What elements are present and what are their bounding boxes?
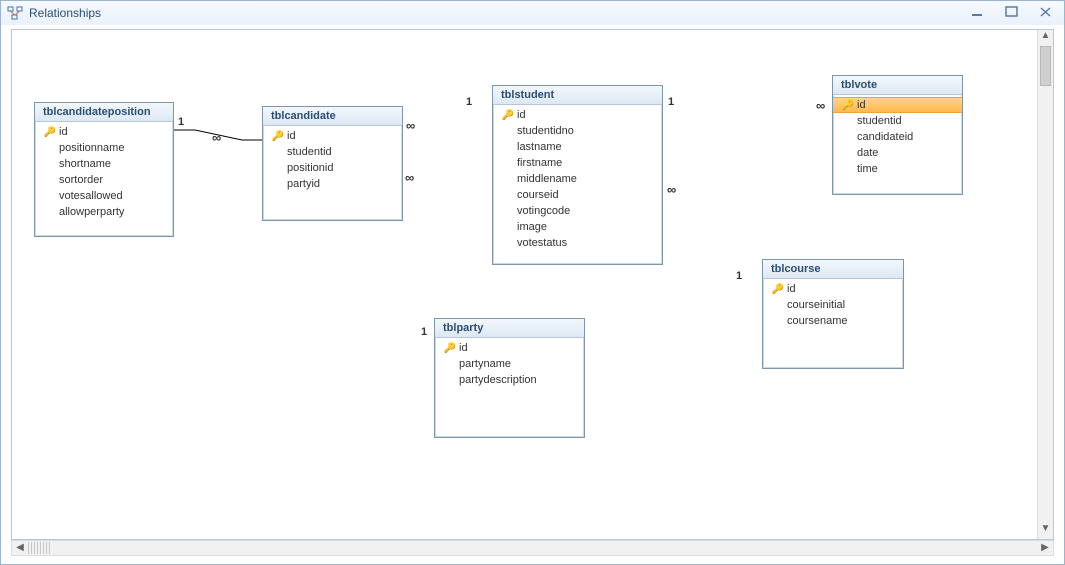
cardinality-many: ∞ bbox=[212, 130, 221, 145]
cardinality-one: 1 bbox=[466, 96, 472, 108]
table-row[interactable]: 🔑studentid bbox=[833, 113, 962, 129]
table-row[interactable]: 🔑id bbox=[263, 128, 402, 144]
scroll-up-icon[interactable]: ▲ bbox=[1038, 30, 1053, 46]
table-title: tblcandidate bbox=[263, 107, 402, 126]
table-title: tblstudent bbox=[493, 86, 662, 105]
table-row[interactable]: 🔑id bbox=[833, 97, 962, 113]
scroll-hatch bbox=[28, 542, 50, 554]
table-row[interactable]: 🔑coursename bbox=[763, 313, 903, 329]
key-icon: 🔑 bbox=[269, 131, 287, 142]
key-icon: 🔑 bbox=[499, 110, 517, 121]
table-row[interactable]: 🔑candidateid bbox=[833, 129, 962, 145]
horizontal-scrollbar[interactable]: ◀ ▶ bbox=[11, 540, 1054, 556]
relationships-icon bbox=[7, 5, 23, 21]
table-row[interactable]: 🔑votingcode bbox=[493, 203, 662, 219]
table-tblcandidateposition[interactable]: tblcandidateposition 🔑id 🔑positionname 🔑… bbox=[34, 102, 174, 237]
cardinality-one: 1 bbox=[421, 326, 427, 338]
table-title: tblparty bbox=[435, 319, 584, 338]
table-row[interactable]: 🔑id bbox=[35, 124, 173, 140]
key-icon: 🔑 bbox=[41, 127, 59, 138]
table-row[interactable]: 🔑shortname bbox=[35, 156, 173, 172]
table-title: tblvote bbox=[833, 76, 962, 95]
titlebar[interactable]: Relationships bbox=[1, 1, 1064, 25]
table-tblstudent[interactable]: tblstudent 🔑id 🔑studentidno 🔑lastname 🔑f… bbox=[492, 85, 663, 265]
table-row[interactable]: 🔑sortorder bbox=[35, 172, 173, 188]
table-row[interactable]: 🔑positionname bbox=[35, 140, 173, 156]
table-tblcandidate[interactable]: tblcandidate 🔑id 🔑studentid 🔑positionid … bbox=[262, 106, 403, 221]
cardinality-many: ∞ bbox=[816, 98, 825, 113]
scroll-left-icon[interactable]: ◀ bbox=[12, 541, 28, 555]
minimize-button[interactable] bbox=[966, 4, 990, 20]
table-row[interactable]: 🔑studentid bbox=[263, 144, 402, 160]
table-row[interactable]: 🔑votestatus bbox=[493, 235, 662, 251]
relationships-window: Relationships 1 ∞ 1 bbox=[0, 0, 1065, 565]
table-row[interactable]: 🔑votesallowed bbox=[35, 188, 173, 204]
cardinality-many: ∞ bbox=[406, 118, 415, 133]
close-button[interactable] bbox=[1034, 4, 1058, 20]
table-row[interactable]: 🔑partyid bbox=[263, 176, 402, 192]
scroll-down-icon[interactable]: ▼ bbox=[1038, 523, 1053, 539]
table-tblcourse[interactable]: tblcourse 🔑id 🔑courseinitial 🔑coursename bbox=[762, 259, 904, 369]
table-row[interactable]: 🔑image bbox=[493, 219, 662, 235]
table-row[interactable]: 🔑positionid bbox=[263, 160, 402, 176]
table-row[interactable]: 🔑id bbox=[493, 107, 662, 123]
table-row[interactable]: 🔑middlename bbox=[493, 171, 662, 187]
cardinality-many: ∞ bbox=[405, 170, 414, 185]
table-row[interactable]: 🔑allowperparty bbox=[35, 204, 173, 220]
cardinality-one: 1 bbox=[736, 270, 742, 282]
table-title: tblcourse bbox=[763, 260, 903, 279]
table-title: tblcandidateposition bbox=[35, 103, 173, 122]
table-row[interactable]: 🔑partydescription bbox=[435, 372, 584, 388]
diagram-canvas[interactable]: 1 ∞ 1 ∞ 1 ∞ 1 ∞ 1 ∞ tblcandidateposition… bbox=[11, 29, 1054, 540]
table-row[interactable]: 🔑partyname bbox=[435, 356, 584, 372]
window-controls bbox=[966, 4, 1058, 20]
table-row[interactable]: 🔑courseid bbox=[493, 187, 662, 203]
key-icon: 🔑 bbox=[839, 100, 857, 111]
scroll-thumb[interactable] bbox=[1040, 46, 1051, 86]
cardinality-many: ∞ bbox=[667, 182, 676, 197]
window-title: Relationships bbox=[29, 6, 101, 20]
cardinality-one: 1 bbox=[178, 116, 184, 128]
table-tblvote[interactable]: tblvote 🔑id 🔑studentid 🔑candidateid 🔑dat… bbox=[832, 75, 963, 195]
table-row[interactable]: 🔑time bbox=[833, 161, 962, 177]
table-row[interactable]: 🔑firstname bbox=[493, 155, 662, 171]
table-row[interactable]: 🔑studentidno bbox=[493, 123, 662, 139]
cardinality-one: 1 bbox=[668, 96, 674, 108]
scroll-right-icon[interactable]: ▶ bbox=[1037, 541, 1053, 555]
maximize-button[interactable] bbox=[1000, 4, 1024, 20]
table-row[interactable]: 🔑lastname bbox=[493, 139, 662, 155]
table-row[interactable]: 🔑courseinitial bbox=[763, 297, 903, 313]
vertical-scrollbar[interactable]: ▲ ▼ bbox=[1037, 30, 1053, 539]
table-row[interactable]: 🔑date bbox=[833, 145, 962, 161]
table-row[interactable]: 🔑id bbox=[435, 340, 584, 356]
table-tblparty[interactable]: tblparty 🔑id 🔑partyname 🔑partydescriptio… bbox=[434, 318, 585, 438]
key-icon: 🔑 bbox=[441, 343, 459, 354]
table-row[interactable]: 🔑id bbox=[763, 281, 903, 297]
key-icon: 🔑 bbox=[769, 284, 787, 295]
